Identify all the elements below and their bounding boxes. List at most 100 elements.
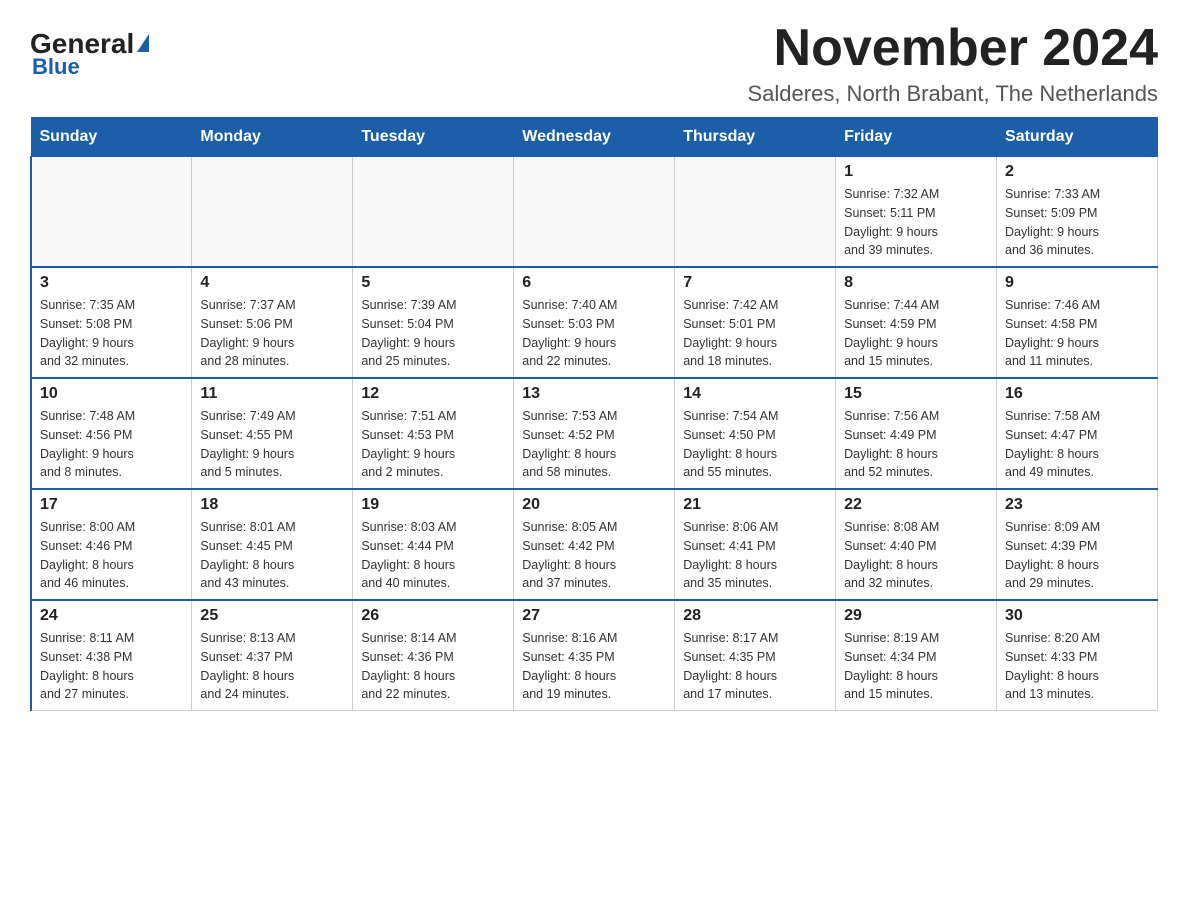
day-number: 8	[844, 274, 988, 292]
calendar-cell: 18Sunrise: 8:01 AM Sunset: 4:45 PM Dayli…	[192, 489, 353, 600]
day-info: Sunrise: 8:11 AM Sunset: 4:38 PM Dayligh…	[40, 629, 183, 704]
calendar-cell: 8 Sunrise: 7:44 AM Sunset: 4:59 PM Daylig…	[836, 267, 997, 378]
day-number: 9	[1005, 274, 1149, 292]
day-info: Sunrise: 7:58 AM Sunset: 4:47 PM Dayligh…	[1005, 407, 1149, 482]
day-number: 22	[844, 496, 988, 514]
calendar-cell: 13 Sunrise: 7:53 AM Sunset: 4:52 PM Dayli…	[514, 378, 675, 489]
day-info: Sunrise: 8:20 AM Sunset: 4:33 PM Dayligh…	[1005, 629, 1149, 704]
day-info: Sunrise: 8:09 AM Sunset: 4:39 PM Dayligh…	[1005, 518, 1149, 593]
day-info: Sunrise: 7:37 AM Sunset: 5:06 PM Dayligh…	[200, 296, 344, 371]
calendar-cell: 26Sunrise: 8:14 AM Sunset: 4:36 PM Dayli…	[353, 600, 514, 711]
day-number: 17	[40, 496, 183, 514]
calendar-table: SundayMondayTuesdayWednesdayThursdayFrid…	[30, 117, 1158, 711]
month-year-title: November 2024	[748, 20, 1159, 77]
day-info: Sunrise: 7:39 AM Sunset: 5:04 PM Dayligh…	[361, 296, 505, 371]
calendar-cell: 24 Sunrise: 8:11 AM Sunset: 4:38 PM Dayli…	[31, 600, 192, 711]
day-number: 18	[200, 496, 344, 514]
calendar-cell: 23 Sunrise: 8:09 AM Sunset: 4:39 PM Dayli…	[997, 489, 1158, 600]
day-info: Sunrise: 8:05 AM Sunset: 4:42 PM Dayligh…	[522, 518, 666, 593]
calendar-cell: 2 Sunrise: 7:33 AM Sunset: 5:09 PM Daylig…	[997, 157, 1158, 268]
day-number: 1	[844, 163, 988, 181]
weekday-header-wednesday: Wednesday	[514, 118, 675, 157]
calendar-cell: 7 Sunrise: 7:42 AM Sunset: 5:01 PM Daylig…	[675, 267, 836, 378]
day-number: 27	[522, 607, 666, 625]
day-number: 6	[522, 274, 666, 292]
calendar-cell: 20 Sunrise: 8:05 AM Sunset: 4:42 PM Dayli…	[514, 489, 675, 600]
day-info: Sunrise: 7:54 AM Sunset: 4:50 PM Dayligh…	[683, 407, 827, 482]
day-info: Sunrise: 7:32 AM Sunset: 5:11 PM Dayligh…	[844, 185, 988, 260]
location-subtitle: Salderes, North Brabant, The Netherlands	[748, 81, 1159, 107]
day-info: Sunrise: 7:49 AM Sunset: 4:55 PM Dayligh…	[200, 407, 344, 482]
day-number: 28	[683, 607, 827, 625]
calendar-row-2: 10Sunrise: 7:48 AM Sunset: 4:56 PM Dayli…	[31, 378, 1158, 489]
day-number: 23	[1005, 496, 1149, 514]
calendar-cell	[192, 157, 353, 268]
calendar-cell: 9 Sunrise: 7:46 AM Sunset: 4:58 PM Daylig…	[997, 267, 1158, 378]
title-area: November 2024 Salderes, North Brabant, T…	[748, 20, 1159, 107]
calendar-row-0: 1 Sunrise: 7:32 AM Sunset: 5:11 PM Daylig…	[31, 157, 1158, 268]
calendar-cell: 5 Sunrise: 7:39 AM Sunset: 5:04 PM Daylig…	[353, 267, 514, 378]
day-number: 12	[361, 385, 505, 403]
logo-blue: Blue	[32, 54, 80, 80]
calendar-cell: 29 Sunrise: 8:19 AM Sunset: 4:34 PM Dayli…	[836, 600, 997, 711]
calendar-cell: 11 Sunrise: 7:49 AM Sunset: 4:55 PM Dayli…	[192, 378, 353, 489]
calendar-cell: 14 Sunrise: 7:54 AM Sunset: 4:50 PM Dayli…	[675, 378, 836, 489]
calendar-cell: 1 Sunrise: 7:32 AM Sunset: 5:11 PM Daylig…	[836, 157, 997, 268]
calendar-cell: 4 Sunrise: 7:37 AM Sunset: 5:06 PM Daylig…	[192, 267, 353, 378]
day-number: 5	[361, 274, 505, 292]
logo: General Blue	[30, 20, 149, 80]
day-info: Sunrise: 7:44 AM Sunset: 4:59 PM Dayligh…	[844, 296, 988, 371]
calendar-cell: 10Sunrise: 7:48 AM Sunset: 4:56 PM Dayli…	[31, 378, 192, 489]
calendar-cell: 6 Sunrise: 7:40 AM Sunset: 5:03 PM Daylig…	[514, 267, 675, 378]
day-number: 11	[200, 385, 344, 403]
day-info: Sunrise: 8:17 AM Sunset: 4:35 PM Dayligh…	[683, 629, 827, 704]
weekday-header-monday: Monday	[192, 118, 353, 157]
day-number: 15	[844, 385, 988, 403]
day-number: 2	[1005, 163, 1149, 181]
day-info: Sunrise: 8:13 AM Sunset: 4:37 PM Dayligh…	[200, 629, 344, 704]
calendar-cell: 25 Sunrise: 8:13 AM Sunset: 4:37 PM Dayli…	[192, 600, 353, 711]
page-header: General Blue November 2024 Salderes, Nor…	[30, 20, 1158, 107]
day-info: Sunrise: 7:53 AM Sunset: 4:52 PM Dayligh…	[522, 407, 666, 482]
calendar-row-3: 17Sunrise: 8:00 AM Sunset: 4:46 PM Dayli…	[31, 489, 1158, 600]
day-info: Sunrise: 8:19 AM Sunset: 4:34 PM Dayligh…	[844, 629, 988, 704]
day-number: 13	[522, 385, 666, 403]
day-info: Sunrise: 7:40 AM Sunset: 5:03 PM Dayligh…	[522, 296, 666, 371]
day-info: Sunrise: 7:48 AM Sunset: 4:56 PM Dayligh…	[40, 407, 183, 482]
day-info: Sunrise: 7:56 AM Sunset: 4:49 PM Dayligh…	[844, 407, 988, 482]
day-number: 29	[844, 607, 988, 625]
day-info: Sunrise: 8:03 AM Sunset: 4:44 PM Dayligh…	[361, 518, 505, 593]
calendar-row-1: 3 Sunrise: 7:35 AM Sunset: 5:08 PM Daylig…	[31, 267, 1158, 378]
calendar-cell: 12 Sunrise: 7:51 AM Sunset: 4:53 PM Dayli…	[353, 378, 514, 489]
day-info: Sunrise: 8:06 AM Sunset: 4:41 PM Dayligh…	[683, 518, 827, 593]
weekday-header-friday: Friday	[836, 118, 997, 157]
day-number: 14	[683, 385, 827, 403]
weekday-header-sunday: Sunday	[31, 118, 192, 157]
calendar-cell: 15 Sunrise: 7:56 AM Sunset: 4:49 PM Dayli…	[836, 378, 997, 489]
day-info: Sunrise: 7:51 AM Sunset: 4:53 PM Dayligh…	[361, 407, 505, 482]
day-info: Sunrise: 7:35 AM Sunset: 5:08 PM Dayligh…	[40, 296, 183, 371]
calendar-cell: 17Sunrise: 8:00 AM Sunset: 4:46 PM Dayli…	[31, 489, 192, 600]
day-info: Sunrise: 8:16 AM Sunset: 4:35 PM Dayligh…	[522, 629, 666, 704]
calendar-cell	[31, 157, 192, 268]
day-info: Sunrise: 7:46 AM Sunset: 4:58 PM Dayligh…	[1005, 296, 1149, 371]
day-number: 4	[200, 274, 344, 292]
day-number: 24	[40, 607, 183, 625]
calendar-cell: 16Sunrise: 7:58 AM Sunset: 4:47 PM Dayli…	[997, 378, 1158, 489]
day-number: 19	[361, 496, 505, 514]
day-info: Sunrise: 7:33 AM Sunset: 5:09 PM Dayligh…	[1005, 185, 1149, 260]
day-number: 21	[683, 496, 827, 514]
calendar-cell: 3 Sunrise: 7:35 AM Sunset: 5:08 PM Daylig…	[31, 267, 192, 378]
day-number: 3	[40, 274, 183, 292]
day-number: 20	[522, 496, 666, 514]
calendar-cell: 30Sunrise: 8:20 AM Sunset: 4:33 PM Dayli…	[997, 600, 1158, 711]
weekday-header-saturday: Saturday	[997, 118, 1158, 157]
calendar-cell	[675, 157, 836, 268]
day-number: 25	[200, 607, 344, 625]
weekday-header-thursday: Thursday	[675, 118, 836, 157]
calendar-cell: 22Sunrise: 8:08 AM Sunset: 4:40 PM Dayli…	[836, 489, 997, 600]
calendar-row-4: 24 Sunrise: 8:11 AM Sunset: 4:38 PM Dayli…	[31, 600, 1158, 711]
day-info: Sunrise: 7:42 AM Sunset: 5:01 PM Dayligh…	[683, 296, 827, 371]
calendar-cell	[353, 157, 514, 268]
day-number: 7	[683, 274, 827, 292]
